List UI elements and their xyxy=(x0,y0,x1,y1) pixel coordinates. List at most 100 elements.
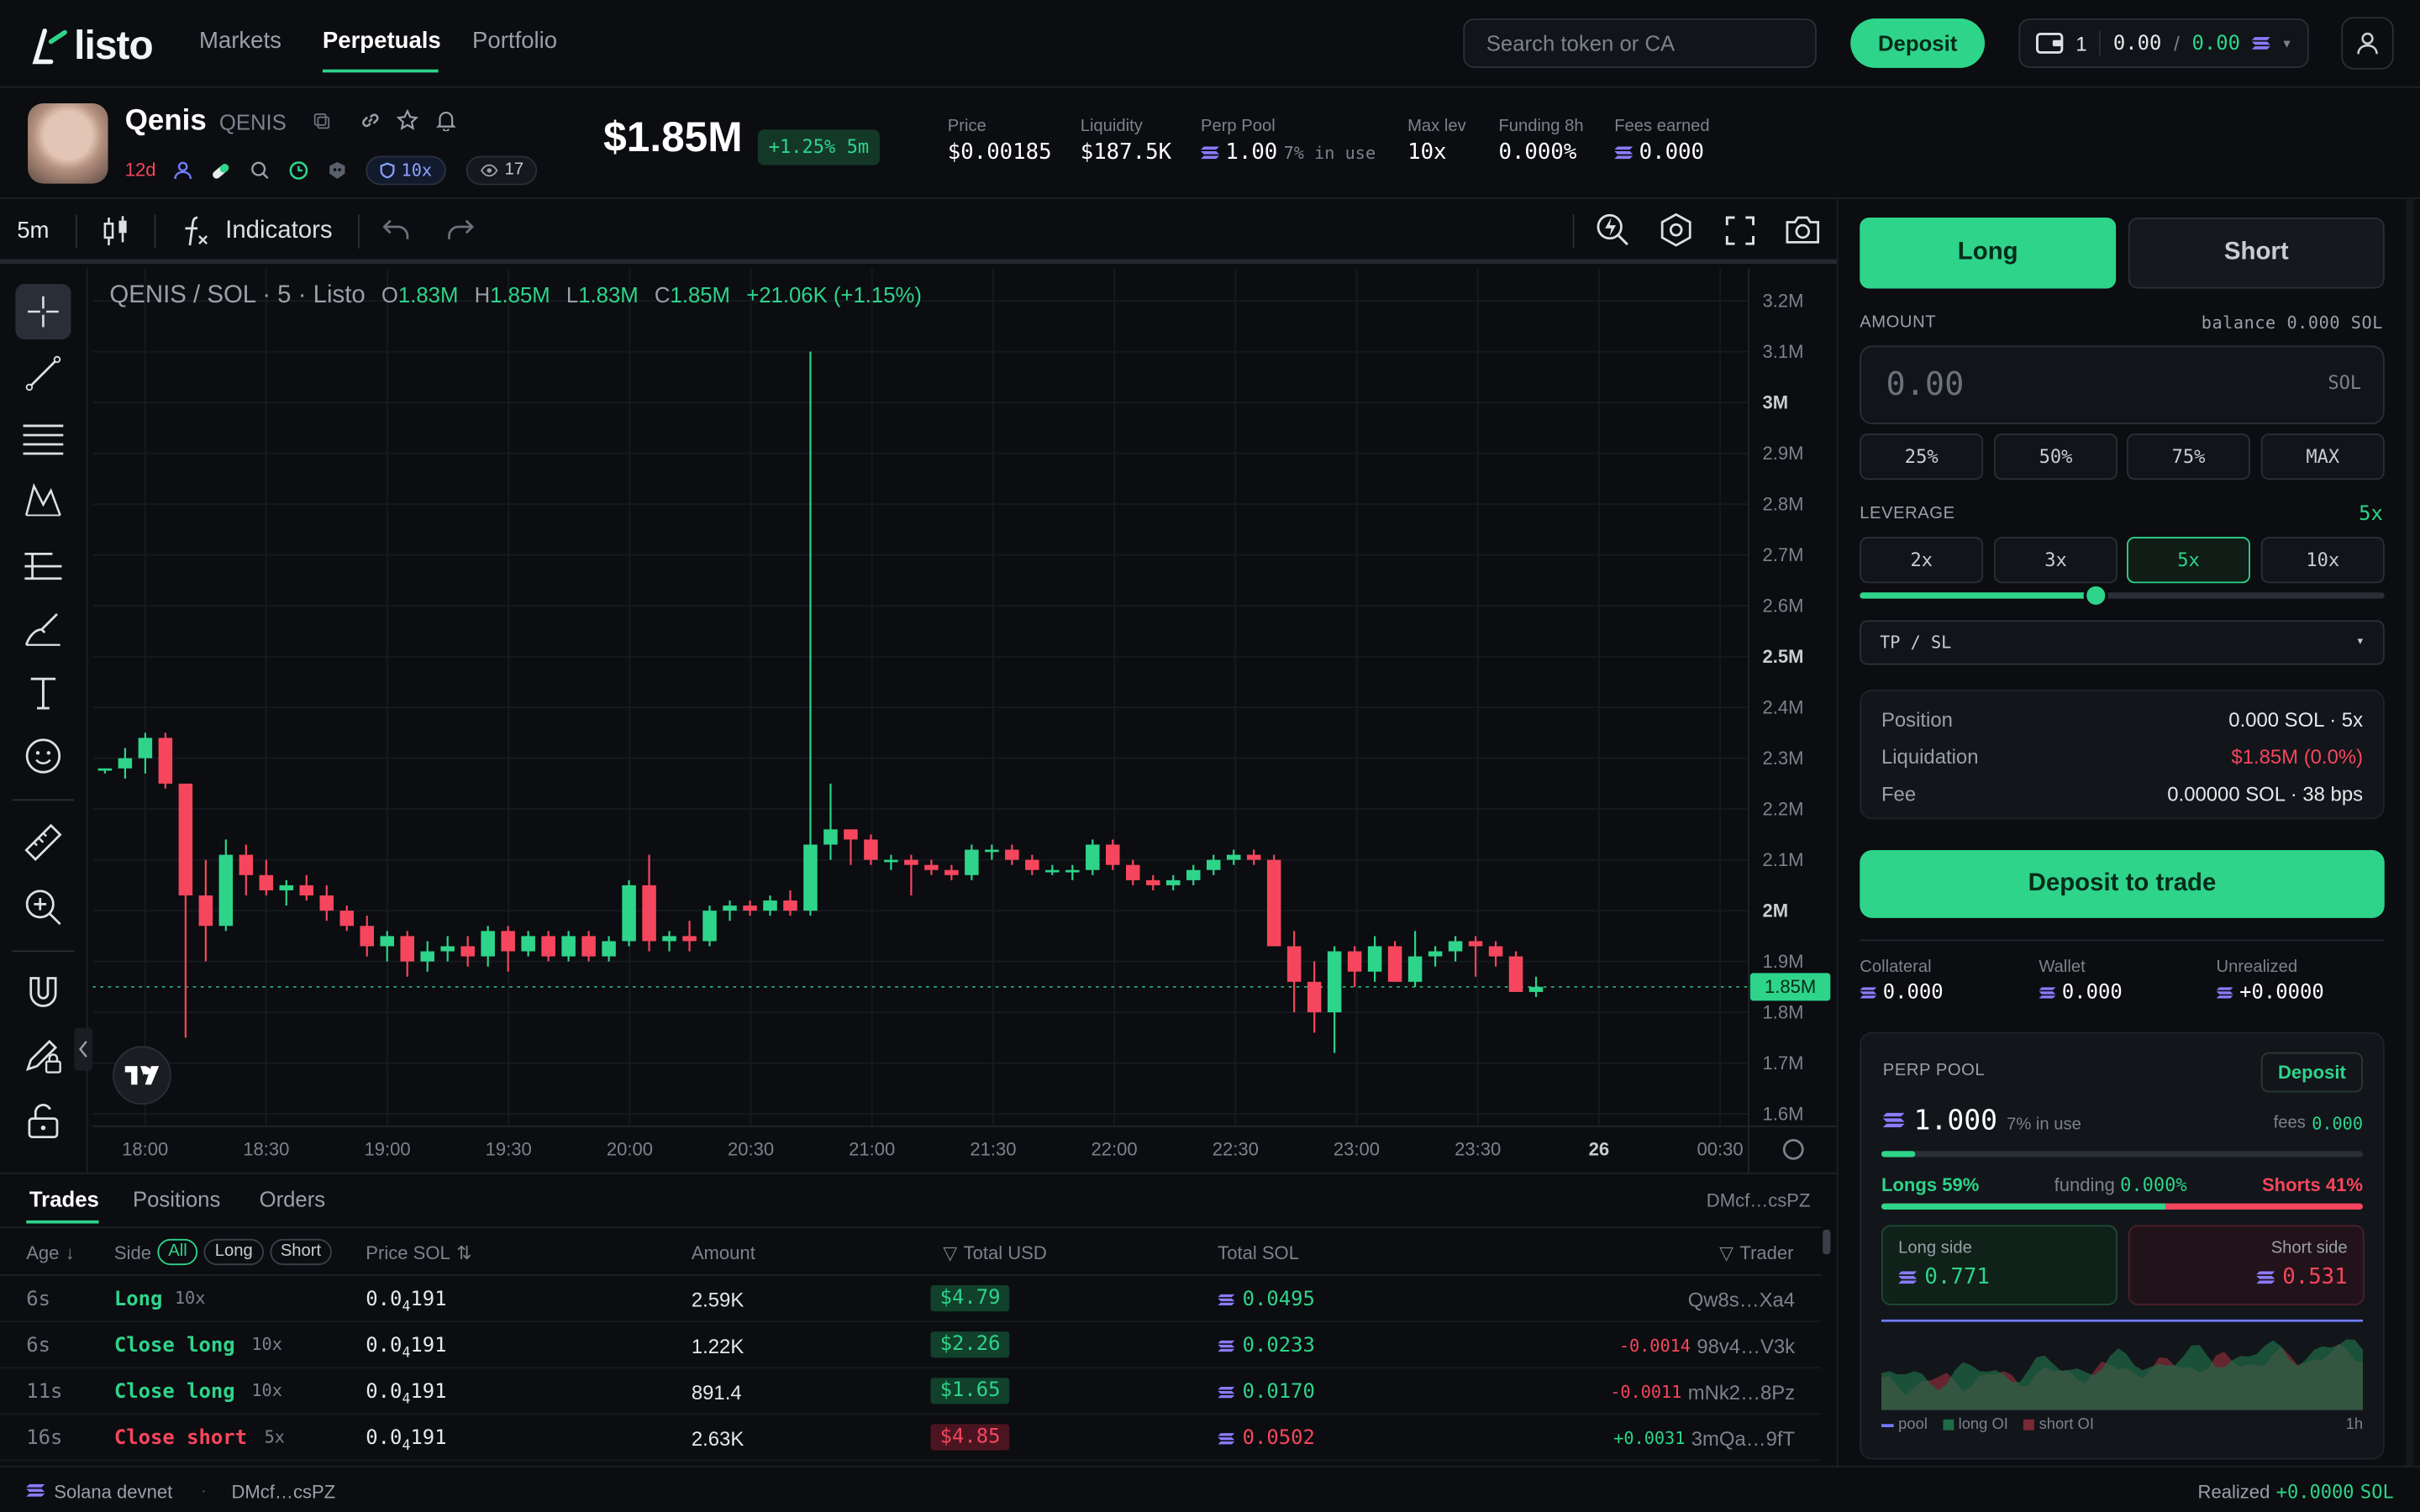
chart-settings-icon[interactable] xyxy=(1782,1138,1804,1160)
filter-all[interactable]: All xyxy=(157,1238,198,1266)
text-tool[interactable] xyxy=(15,665,71,721)
quick-75-button[interactable]: 75% xyxy=(2127,433,2250,480)
cell-trader-address[interactable]: mNk2…8Pz xyxy=(1688,1381,1795,1404)
table-row[interactable]: 6s Long 10x 0.04191 2.59K $4.79 0.0495 Q… xyxy=(0,1276,1822,1323)
magnet-tool[interactable] xyxy=(15,964,71,1020)
cell-trader-address[interactable]: 3mQa…9fT xyxy=(1691,1427,1795,1451)
candles-icon[interactable] xyxy=(102,216,129,247)
pattern-tool[interactable] xyxy=(15,472,71,528)
candle-body xyxy=(1347,951,1362,972)
footer-address[interactable]: DMcf…csPZ xyxy=(232,1481,336,1503)
candlestick-chart[interactable]: 3.2M 3.1M 3M 2.9M 2.8M 2.7M 2.6M 2.5M 2.4M 2.3M 2.… xyxy=(92,268,1837,1173)
crosshair-tool[interactable] xyxy=(15,283,71,340)
fib-tool[interactable] xyxy=(15,411,71,466)
indicators-button[interactable]: Indicators xyxy=(225,218,332,245)
candle-body xyxy=(682,936,697,942)
solana-icon xyxy=(26,1483,45,1497)
candle-body xyxy=(1186,869,1201,880)
nav-portfolio[interactable]: Portfolio xyxy=(472,28,557,54)
candle-body xyxy=(1246,854,1261,860)
ruler-tool[interactable] xyxy=(15,815,71,870)
y-tick-label: 2.2M xyxy=(1763,798,1804,819)
fullscreen-icon[interactable] xyxy=(1725,216,1754,245)
deposit-button[interactable]: Deposit xyxy=(1850,18,1986,68)
nav-perpetuals[interactable]: Perpetuals xyxy=(323,28,441,54)
zoom-tool[interactable] xyxy=(15,879,71,935)
candle-body xyxy=(884,859,898,863)
filter-long[interactable]: Long xyxy=(203,1238,264,1266)
col-trader[interactable]: ▽ Trader xyxy=(1719,1242,1793,1264)
nav-markets[interactable]: Markets xyxy=(199,28,281,54)
emoji-tool[interactable] xyxy=(15,728,71,784)
leverage-5x-button[interactable]: 5x xyxy=(2127,537,2250,584)
camera-icon[interactable] xyxy=(1784,214,1821,245)
tab-trades[interactable]: Trades xyxy=(29,1186,99,1210)
short-tab[interactable]: Short xyxy=(2128,217,2385,289)
star-icon[interactable] xyxy=(397,109,418,131)
leverage-3x-button[interactable]: 3x xyxy=(1994,537,2118,584)
wallet-button[interactable]: 1 0.00 / 0.00 ▾ xyxy=(2018,18,2309,68)
candle-body xyxy=(501,931,515,952)
leverage-slider-thumb[interactable] xyxy=(2083,583,2108,608)
brush-tool[interactable] xyxy=(15,601,71,657)
copy-icon[interactable] xyxy=(313,113,330,129)
search-icon[interactable] xyxy=(250,160,271,181)
bell-icon[interactable] xyxy=(435,109,457,132)
deposit-to-trade-button[interactable]: Deposit to trade xyxy=(1860,850,2385,918)
table-scrollbar[interactable] xyxy=(1823,1229,1831,1255)
table-row[interactable]: 11s Close long 10x 0.04191 891.4 $1.65 0… xyxy=(0,1368,1822,1415)
tp-sl-dropdown[interactable]: TP / SL ▾ xyxy=(1860,620,2385,665)
profile-button[interactable] xyxy=(2341,17,2394,70)
pool-amount-row: 1.000 7% in use xyxy=(1882,1105,2081,1137)
leverage-10x-button[interactable]: 10x xyxy=(2260,537,2385,584)
quick-25-button[interactable]: 25% xyxy=(1860,433,1984,480)
legend-open-label: O xyxy=(381,282,398,307)
chart-collapse-icon[interactable] xyxy=(74,1027,93,1071)
lock-drawing-tool[interactable] xyxy=(15,1029,71,1084)
cell-trader-address[interactable]: Qw8s…Xa4 xyxy=(1688,1289,1795,1312)
crosshair-icon xyxy=(28,296,59,328)
lock-tool[interactable] xyxy=(15,1092,71,1147)
quick-50-button[interactable]: 50% xyxy=(1994,433,2118,480)
redo-icon[interactable] xyxy=(446,219,474,241)
col-price[interactable]: Price SOL ⇅ xyxy=(366,1242,471,1264)
search-input[interactable]: Search token or CA xyxy=(1463,18,1817,68)
settings-icon[interactable] xyxy=(1659,213,1692,247)
table-row[interactable]: 16s Close short 5x 0.04191 2.63K $4.85 0… xyxy=(0,1415,1822,1462)
tradingview-logo[interactable] xyxy=(113,1046,171,1105)
price-chart[interactable]: 3.2M 3.1M 3M 2.9M 2.8M 2.7M 2.6M 2.5M 2.4M 2.3M 2.… xyxy=(74,268,1837,1173)
table-row[interactable]: 6s Close long 10x 0.04191 1.22K $2.26 0.… xyxy=(0,1322,1822,1369)
network-label[interactable]: Solana devnet xyxy=(54,1481,172,1503)
interval-selector[interactable]: 5m xyxy=(17,218,49,244)
col-total-usd[interactable]: ▽ Total USD xyxy=(943,1242,1047,1264)
quick-max-button[interactable]: MAX xyxy=(2260,433,2385,480)
x-tick-label: 18:30 xyxy=(243,1139,289,1160)
lightning-search-icon[interactable] xyxy=(1596,213,1629,246)
logo[interactable]: listo xyxy=(31,22,154,70)
leverage-2x-button[interactable]: 2x xyxy=(1860,537,1984,584)
function-icon[interactable] xyxy=(181,214,212,248)
cell-price: 0.04191 xyxy=(366,1289,446,1315)
col-age[interactable]: Age ↓ xyxy=(26,1242,75,1264)
cell-lev: 10x xyxy=(251,1334,282,1355)
amount-input[interactable]: 0.00 SOL xyxy=(1860,345,2385,425)
panel-scrollbar[interactable] xyxy=(2406,198,2414,1466)
candle-body xyxy=(803,844,818,911)
pool-deposit-button[interactable]: Deposit xyxy=(2260,1052,2364,1093)
tab-positions[interactable]: Positions xyxy=(133,1186,220,1210)
price-zero-count: 4 xyxy=(402,1392,411,1409)
solana-icon xyxy=(1614,146,1634,160)
solana-icon xyxy=(1860,987,1877,999)
trend-line-tool[interactable] xyxy=(15,345,71,401)
cell-trader-address[interactable]: 98v4…V3k xyxy=(1697,1335,1795,1358)
candle-body xyxy=(319,895,334,911)
leverage-slider[interactable] xyxy=(1860,583,2385,608)
price-zero-count: 4 xyxy=(402,1346,411,1362)
undo-icon[interactable] xyxy=(382,219,411,241)
filter-short[interactable]: Short xyxy=(269,1238,332,1266)
tab-orders[interactable]: Orders xyxy=(260,1186,326,1210)
long-tab[interactable]: Long xyxy=(1860,217,2117,289)
candle-body xyxy=(1428,951,1443,957)
link-icon[interactable] xyxy=(360,109,381,131)
projection-tool[interactable] xyxy=(15,538,71,594)
